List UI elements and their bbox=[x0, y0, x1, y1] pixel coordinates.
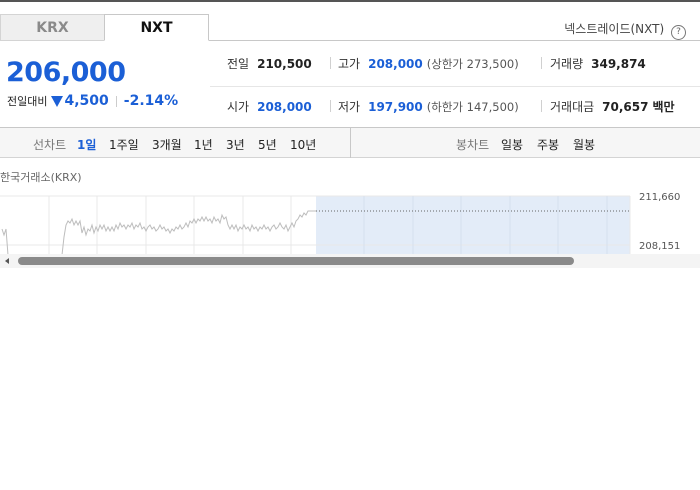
change-separator bbox=[115, 95, 117, 107]
info-open: 시가 208,000 bbox=[227, 98, 312, 115]
upper-limit-value: 273,500 bbox=[466, 56, 515, 71]
tabs-divider bbox=[209, 40, 700, 41]
lower-limit-value: 147,500 bbox=[466, 99, 515, 114]
exchange-name-text: 넥스트레이드(NXT) bbox=[564, 22, 665, 36]
change-amount: 4,500 bbox=[64, 93, 109, 109]
tab-nxt[interactable]: NXT bbox=[104, 14, 209, 41]
candle-monthly[interactable]: 월봉 bbox=[573, 136, 595, 153]
price-change: 전일대비 4,500 -2.14% bbox=[7, 93, 178, 109]
candle-chart-label: 봉차트 bbox=[456, 138, 490, 152]
change-label: 전일대비 bbox=[7, 95, 48, 108]
low-value: 197,900 bbox=[368, 99, 423, 114]
change-percent: -2.14% bbox=[123, 93, 179, 109]
trade-value-unit: 백만 bbox=[652, 100, 675, 114]
open-label: 시가 bbox=[227, 100, 250, 114]
info-divider bbox=[330, 57, 331, 69]
high-value: 208,000 bbox=[368, 56, 423, 71]
intraday-chart: 211,660 208,151 bbox=[0, 192, 680, 255]
info-low: 저가 197,900 (하한가 147,500) bbox=[338, 98, 519, 115]
info-volume: 거래량 349,874 bbox=[550, 55, 646, 72]
period-3m[interactable]: 3개월 bbox=[152, 136, 182, 153]
scroll-left-arrow-icon[interactable] bbox=[5, 258, 9, 264]
chart-toolbar: 선차트 1일 1주일 3개월 1년 3년 5년 10년 봉차트 일봉 주봉 월봉 bbox=[0, 127, 700, 158]
period-1w[interactable]: 1주일 bbox=[109, 136, 139, 153]
line-chart-label: 선차트 bbox=[33, 138, 67, 152]
info-prev-close: 전일 210,500 bbox=[227, 55, 312, 72]
period-1d[interactable]: 1일 bbox=[77, 136, 96, 153]
exchange-name: 넥스트레이드(NXT) ? bbox=[564, 20, 686, 40]
high-label: 고가 bbox=[338, 57, 361, 71]
period-5y[interactable]: 5년 bbox=[258, 136, 277, 153]
top-border bbox=[0, 0, 700, 2]
chart-title: 한국거래소(KRX) bbox=[0, 171, 82, 184]
toolbar-divider bbox=[350, 128, 351, 158]
prev-close-value: 210,500 bbox=[257, 56, 312, 71]
candle-daily[interactable]: 일봉 bbox=[501, 136, 523, 153]
volume-label: 거래량 bbox=[550, 57, 584, 71]
trade-value-label: 거래대금 bbox=[550, 100, 595, 114]
candle-weekly[interactable]: 주봉 bbox=[537, 136, 559, 153]
info-high: 고가 208,000 (상한가 273,500) bbox=[338, 55, 519, 72]
open-value: 208,000 bbox=[257, 99, 312, 114]
y-label-bottom: 208,151 bbox=[639, 241, 680, 252]
period-3y[interactable]: 3년 bbox=[226, 136, 245, 153]
info-divider bbox=[330, 100, 331, 112]
upper-limit: (상한가 273,500) bbox=[426, 56, 519, 71]
prev-close-label: 전일 bbox=[227, 57, 250, 71]
info-divider bbox=[541, 100, 542, 112]
upper-limit-label: 상한가 bbox=[431, 56, 463, 71]
info-row-divider bbox=[210, 86, 700, 87]
chart-future-area bbox=[316, 196, 630, 255]
info-divider bbox=[541, 57, 542, 69]
scrollbar-thumb[interactable] bbox=[18, 257, 574, 265]
volume-value: 349,874 bbox=[591, 56, 646, 71]
lower-limit: (하한가 147,500) bbox=[426, 99, 519, 114]
tab-krx[interactable]: KRX bbox=[0, 14, 105, 41]
info-trade-value: 거래대금 70,657 백만 bbox=[550, 98, 675, 115]
low-label: 저가 bbox=[338, 100, 361, 114]
trade-value-value: 70,657 bbox=[602, 99, 649, 114]
lower-limit-label: 하한가 bbox=[431, 99, 463, 114]
current-price: 206,000 bbox=[6, 57, 126, 88]
down-arrow-icon bbox=[51, 95, 64, 107]
y-label-top: 211,660 bbox=[639, 192, 680, 203]
period-10y[interactable]: 10년 bbox=[290, 136, 316, 153]
period-1y[interactable]: 1년 bbox=[194, 136, 213, 153]
help-icon[interactable]: ? bbox=[671, 25, 686, 40]
